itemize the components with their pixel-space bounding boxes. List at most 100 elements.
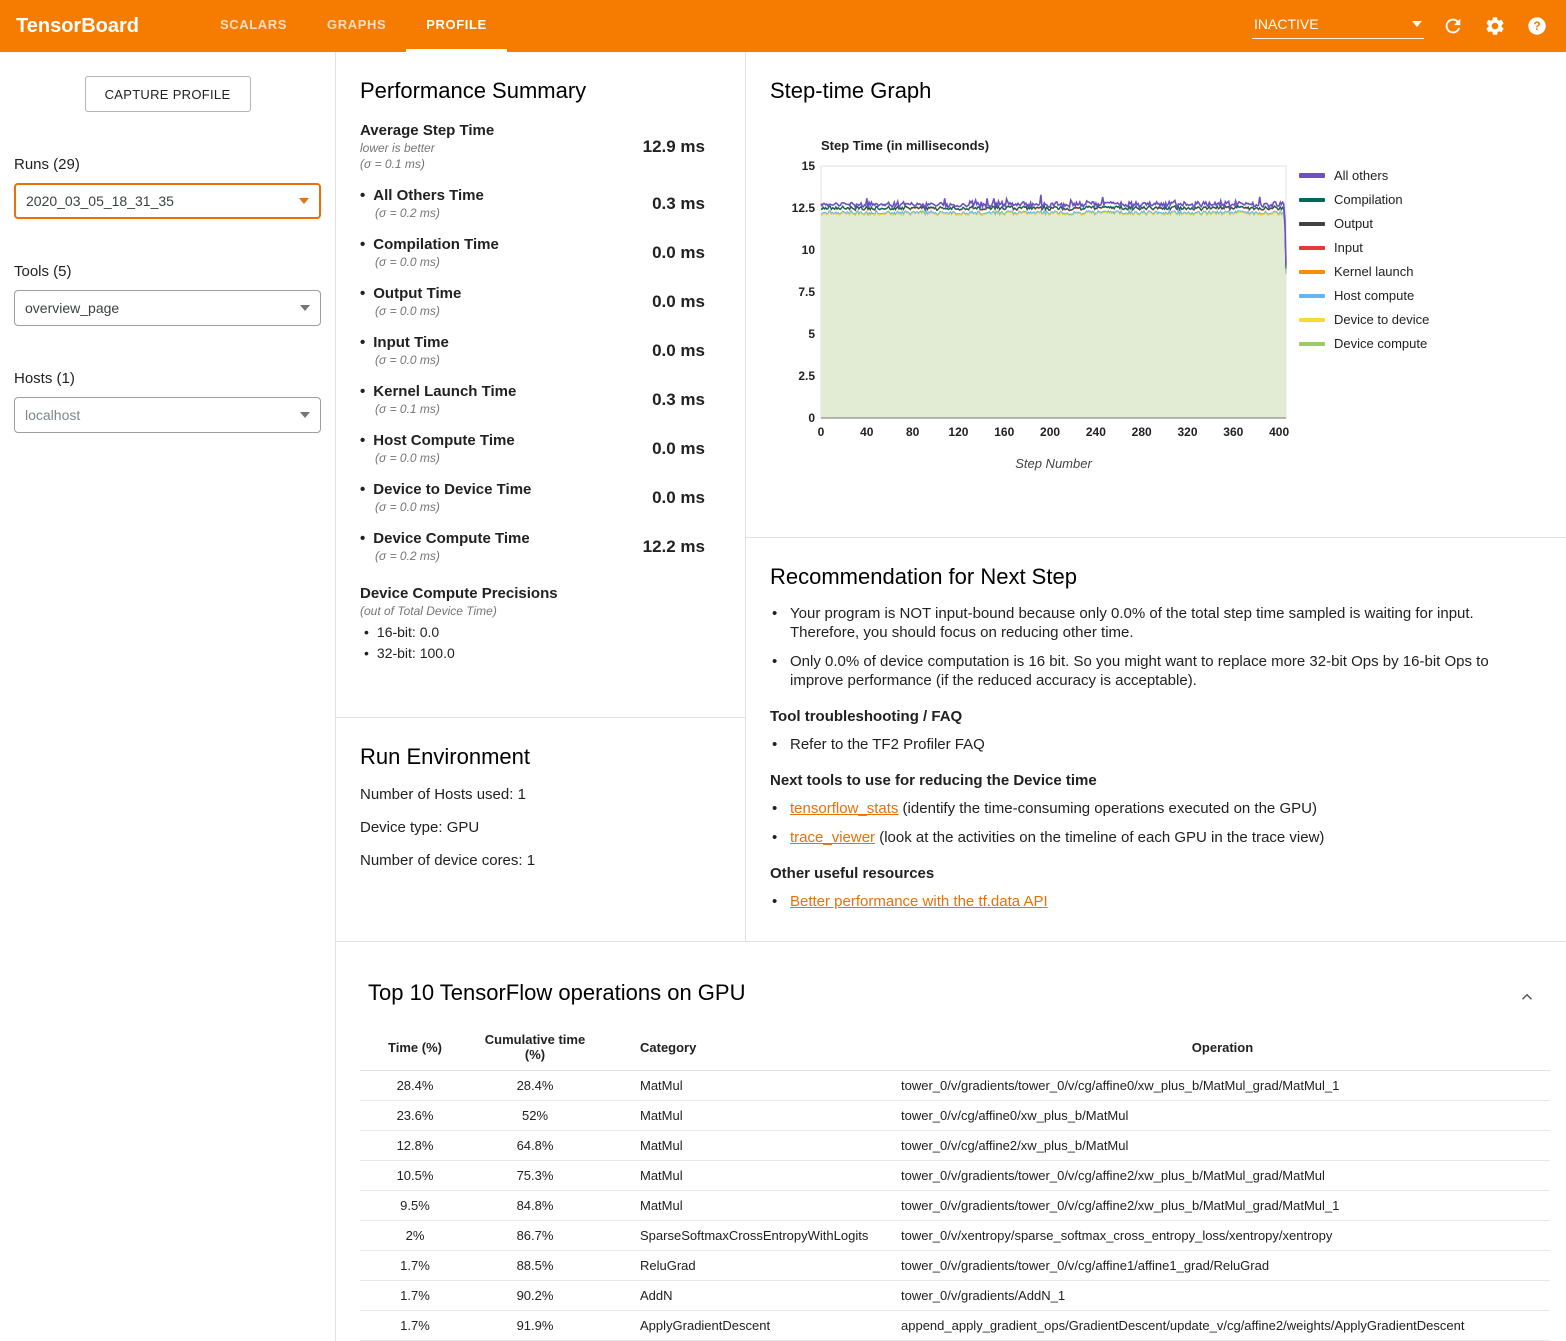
perf-breakdown-item: •All Others Time(σ = 0.2 ms)0.3 ms xyxy=(360,179,705,228)
recommendation-heading: Tool troubleshooting / FAQ xyxy=(770,708,1526,725)
help-button[interactable]: ? xyxy=(1524,13,1550,39)
legend-label: Output xyxy=(1334,216,1373,231)
runs-label: Runs (29) xyxy=(14,156,321,173)
svg-text:120: 120 xyxy=(948,425,968,439)
recommendation-bullet: Your program is NOT input-bound because … xyxy=(770,604,1526,642)
hosts-dropdown[interactable]: localhost xyxy=(14,397,321,433)
perf-breakdown-item: •Kernel Launch Time(σ = 0.1 ms)0.3 ms xyxy=(360,375,705,424)
legend-swatch xyxy=(1299,246,1325,250)
environment-line: Number of Hosts used: 1 xyxy=(360,786,721,803)
tools-value: overview_page xyxy=(25,300,119,316)
settings-button[interactable] xyxy=(1482,13,1508,39)
svg-text:200: 200 xyxy=(1040,425,1060,439)
legend-label: Host compute xyxy=(1334,288,1414,303)
table-cell: tower_0/v/gradients/AddN_1 xyxy=(895,1281,1550,1311)
column-header: Operation xyxy=(895,1024,1550,1071)
svg-text:80: 80 xyxy=(906,425,920,439)
legend-swatch xyxy=(1299,198,1325,202)
perf-breakdown-item: •Compilation Time(σ = 0.0 ms)0.0 ms xyxy=(360,228,705,277)
top-ops-table: Time (%)Cumulative time (%)CategoryOpera… xyxy=(360,1024,1550,1341)
runs-dropdown[interactable]: 2020_03_05_18_31_35 xyxy=(14,183,321,219)
table-cell: 1.7% xyxy=(360,1311,470,1341)
legend-item: Kernel launch xyxy=(1299,264,1429,279)
table-cell: 1.7% xyxy=(360,1281,470,1311)
table-cell: 84.8% xyxy=(470,1191,600,1221)
table-cell: MatMul xyxy=(600,1101,895,1131)
table-row: 12.8%64.8%MatMultower_0/v/cg/affine2/xw_… xyxy=(360,1131,1550,1161)
table-cell: 64.8% xyxy=(470,1131,600,1161)
recommendation-link[interactable]: trace_viewer xyxy=(790,829,875,846)
table-cell: tower_0/v/gradients/tower_0/v/cg/affine2… xyxy=(895,1191,1550,1221)
table-cell: tower_0/v/xentropy/sparse_softmax_cross_… xyxy=(895,1221,1550,1251)
table-cell: 90.2% xyxy=(470,1281,600,1311)
chart-x-axis-label: Step Number xyxy=(821,456,1286,471)
recommendation-groups: Tool troubleshooting / FAQRefer to the T… xyxy=(770,708,1526,911)
app-title: TensorBoard xyxy=(0,0,200,52)
chevron-down-icon xyxy=(300,305,310,311)
table-row: 9.5%84.8%MatMultower_0/v/gradients/tower… xyxy=(360,1191,1550,1221)
tab-bar: SCALARSGRAPHSPROFILE xyxy=(200,0,507,52)
table-cell: tower_0/v/gradients/tower_0/v/cg/affine2… xyxy=(895,1161,1550,1191)
precisions-title: Device Compute Precisions xyxy=(360,585,705,602)
run-environment-title: Run Environment xyxy=(360,744,721,770)
table-cell: ReluGrad xyxy=(600,1251,895,1281)
legend-item: Input xyxy=(1299,240,1429,255)
table-cell: 28.4% xyxy=(360,1071,470,1101)
tab-graphs[interactable]: GRAPHS xyxy=(307,0,406,52)
chevron-down-icon xyxy=(299,198,309,204)
device-compute-precisions: Device Compute Precisions (out of Total … xyxy=(360,585,705,661)
average-step-time-sigma: (σ = 0.1 ms) xyxy=(360,157,494,171)
table-row: 10.5%75.3%MatMultower_0/v/gradients/towe… xyxy=(360,1161,1550,1191)
average-step-time-row: Average Step Time lower is better (σ = 0… xyxy=(360,118,705,179)
average-step-time-value: 12.9 ms xyxy=(643,137,705,157)
status-dropdown[interactable]: INACTIVE xyxy=(1252,14,1424,39)
perf-breakdown-item: •Device to Device Time(σ = 0.0 ms)0.0 ms xyxy=(360,473,705,522)
recommendation-item: tensorflow_stats (identify the time-cons… xyxy=(770,799,1526,818)
hosts-field: Hosts (1) localhost xyxy=(14,370,321,433)
legend-item: Host compute xyxy=(1299,288,1429,303)
topbar: TensorBoard SCALARSGRAPHSPROFILE INACTIV… xyxy=(0,0,1566,52)
svg-text:7.5: 7.5 xyxy=(798,285,815,299)
tab-profile[interactable]: PROFILE xyxy=(406,0,507,52)
performance-summary-title: Performance Summary xyxy=(360,78,705,104)
gear-icon xyxy=(1484,15,1506,37)
column-header: Category xyxy=(600,1024,895,1071)
legend-label: Input xyxy=(1334,240,1363,255)
sidebar: CAPTURE PROFILE Runs (29) 2020_03_05_18_… xyxy=(0,52,335,1341)
column-header: Time (%) xyxy=(360,1024,470,1071)
table-cell: tower_0/v/cg/affine0/xw_plus_b/MatMul xyxy=(895,1101,1550,1131)
step-time-area-chart: 02.557.51012.515040801201602002402803203… xyxy=(786,161,1291,443)
svg-text:240: 240 xyxy=(1086,425,1106,439)
table-cell: MatMul xyxy=(600,1191,895,1221)
recommendation-link[interactable]: Better performance with the tf.data API xyxy=(790,893,1048,910)
collapse-button[interactable] xyxy=(1518,988,1536,1009)
tools-field: Tools (5) overview_page xyxy=(14,263,321,326)
legend-item: Device compute xyxy=(1299,336,1429,351)
table-cell: 28.4% xyxy=(470,1071,600,1101)
perf-breakdown-item: •Input Time(σ = 0.0 ms)0.0 ms xyxy=(360,326,705,375)
legend-item: Output xyxy=(1299,216,1429,231)
recommendation-link[interactable]: tensorflow_stats xyxy=(790,800,898,817)
hosts-value: localhost xyxy=(25,407,80,423)
table-cell: 1.7% xyxy=(360,1251,470,1281)
svg-text:400: 400 xyxy=(1269,425,1289,439)
tools-dropdown[interactable]: overview_page xyxy=(14,290,321,326)
svg-text:2.5: 2.5 xyxy=(798,369,815,383)
table-row: 1.7%90.2%AddNtower_0/v/gradients/AddN_1 xyxy=(360,1281,1550,1311)
table-cell: 12.8% xyxy=(360,1131,470,1161)
status-label: INACTIVE xyxy=(1254,16,1319,32)
table-row: 1.7%91.9%ApplyGradientDescentappend_appl… xyxy=(360,1311,1550,1341)
refresh-button[interactable] xyxy=(1440,13,1466,39)
legend-item: Compilation xyxy=(1299,192,1429,207)
environment-line: Number of device cores: 1 xyxy=(360,852,721,869)
table-row: 2%86.7%SparseSoftmaxCrossEntropyWithLogi… xyxy=(360,1221,1550,1251)
table-cell: 91.9% xyxy=(470,1311,600,1341)
environment-line: Device type: GPU xyxy=(360,819,721,836)
table-cell: 86.7% xyxy=(470,1221,600,1251)
table-cell: ApplyGradientDescent xyxy=(600,1311,895,1341)
capture-profile-button[interactable]: CAPTURE PROFILE xyxy=(85,76,251,112)
svg-text:320: 320 xyxy=(1177,425,1197,439)
tab-scalars[interactable]: SCALARS xyxy=(200,0,307,52)
svg-text:15: 15 xyxy=(802,161,816,173)
table-cell: 10.5% xyxy=(360,1161,470,1191)
